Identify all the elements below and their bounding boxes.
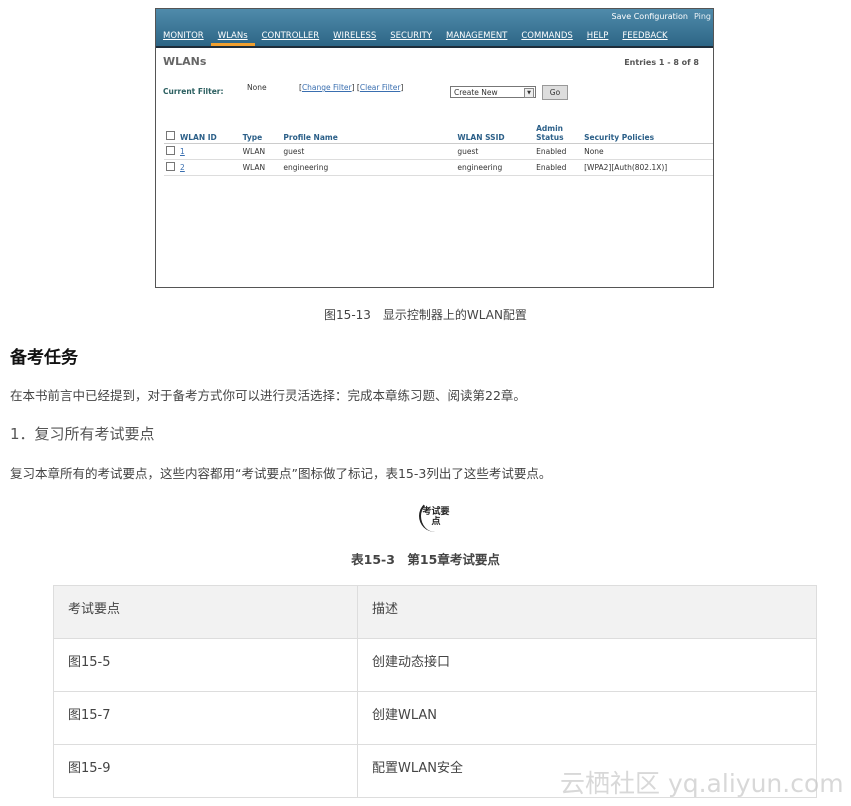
col-security-policies: Security Policies [582,123,713,144]
filter-label: Current Filter: [163,87,224,96]
section-title: 备考任务 [10,348,78,368]
nav-monitor[interactable]: MONITOR [156,28,211,46]
cell-ssid: engineering [455,159,535,176]
exam-key-icon: 考试要点 [419,500,451,532]
cell-profile: engineering [281,159,456,176]
header-cell: 考试要点 [53,585,358,639]
paragraph: 复习本章所有的考试要点，这些内容都用“考试要点”图标做了标记，表15-3列出了这… [10,466,552,481]
wlan-table: WLAN ID Type Profile Name WLAN SSID Admi… [164,123,713,176]
cell-key: 图15-9 [53,744,358,798]
cell-desc: 创建动态接口 [357,638,817,692]
chevron-down-icon: ▼ [524,88,534,98]
header-cell: 描述 [357,585,817,639]
cell-key: 图15-5 [53,638,358,692]
cell-desc: 创建WLAN [357,691,817,745]
nav-wireless[interactable]: WIRELESS [326,28,383,46]
filter-value: None [247,83,267,92]
create-new-select[interactable]: Create New ▼ [450,86,536,98]
col-profile-name: Profile Name [281,123,456,144]
change-filter-link[interactable]: Change Filter [302,83,352,92]
nav-feedback[interactable]: FEEDBACK [615,28,674,46]
table-row: 图15-5 创建动态接口 [53,638,817,692]
page-title: WLANs [163,55,207,68]
cell-type: WLAN [240,159,282,176]
select-value: Create New [454,88,498,97]
nav-controller[interactable]: CONTROLLER [255,28,327,46]
cell-ssid: guest [455,143,535,160]
save-configuration-link[interactable]: Save Configuration [612,12,688,21]
nav-commands[interactable]: COMMANDS [514,28,579,46]
cell-status: Enabled [534,143,583,160]
table-row: 图15-7 创建WLAN [53,691,817,745]
col-wlan-id: WLAN ID [178,123,241,144]
entries-count: Entries 1 - 8 of 8 [624,58,699,67]
wlc-header: Save Configuration Ping MONITOR WLANs CON… [156,9,713,48]
cell-profile: guest [281,143,456,160]
main-nav: MONITOR WLANs CONTROLLER WIRELESS SECURI… [156,28,675,46]
table-header-row: 考试要点 描述 [53,585,817,639]
select-all-checkbox[interactable] [166,131,175,140]
cell-policy: None [582,143,713,160]
go-button[interactable]: Go [542,85,568,100]
cell-policy: [WPA2][Auth(802.1X)] [582,159,713,176]
wlc-screenshot: Save Configuration Ping MONITOR WLANs CON… [155,8,714,288]
row-checkbox[interactable] [166,162,175,171]
watermark: 云栖社区 yq.aliyun.com [560,769,844,798]
ping-link[interactable]: Ping [694,12,711,21]
col-admin-status: Admin Status [534,123,583,144]
wlan-id-link[interactable]: 2 [180,163,185,172]
col-type: Type [240,123,282,144]
cell-type: WLAN [240,143,282,160]
row-checkbox[interactable] [166,146,175,155]
nav-management[interactable]: MANAGEMENT [439,28,514,46]
table-caption: 表15-3 第15章考试要点 [351,552,500,567]
figure-caption: 图15-13 显示控制器上的WLAN配置 [324,308,527,322]
paragraph: 在本书前言中已经提到，对于备考方式你可以进行灵活选择：完成本章练习题、阅读第22… [10,388,526,403]
nav-help[interactable]: HELP [580,28,616,46]
subsection-title: 1．复习所有考试要点 [10,425,155,443]
nav-security[interactable]: SECURITY [383,28,439,46]
table-row: 1 WLAN guest guest Enabled None [164,143,713,160]
table-row: 2 WLAN engineering engineering Enabled [… [164,159,713,176]
clear-filter-link[interactable]: Clear Filter [360,83,401,92]
nav-wlans[interactable]: WLANs [210,28,255,46]
wlan-id-link[interactable]: 1 [180,147,185,156]
col-wlan-ssid: WLAN SSID [455,123,535,144]
cell-key: 图15-7 [53,691,358,745]
cell-status: Enabled [534,159,583,176]
